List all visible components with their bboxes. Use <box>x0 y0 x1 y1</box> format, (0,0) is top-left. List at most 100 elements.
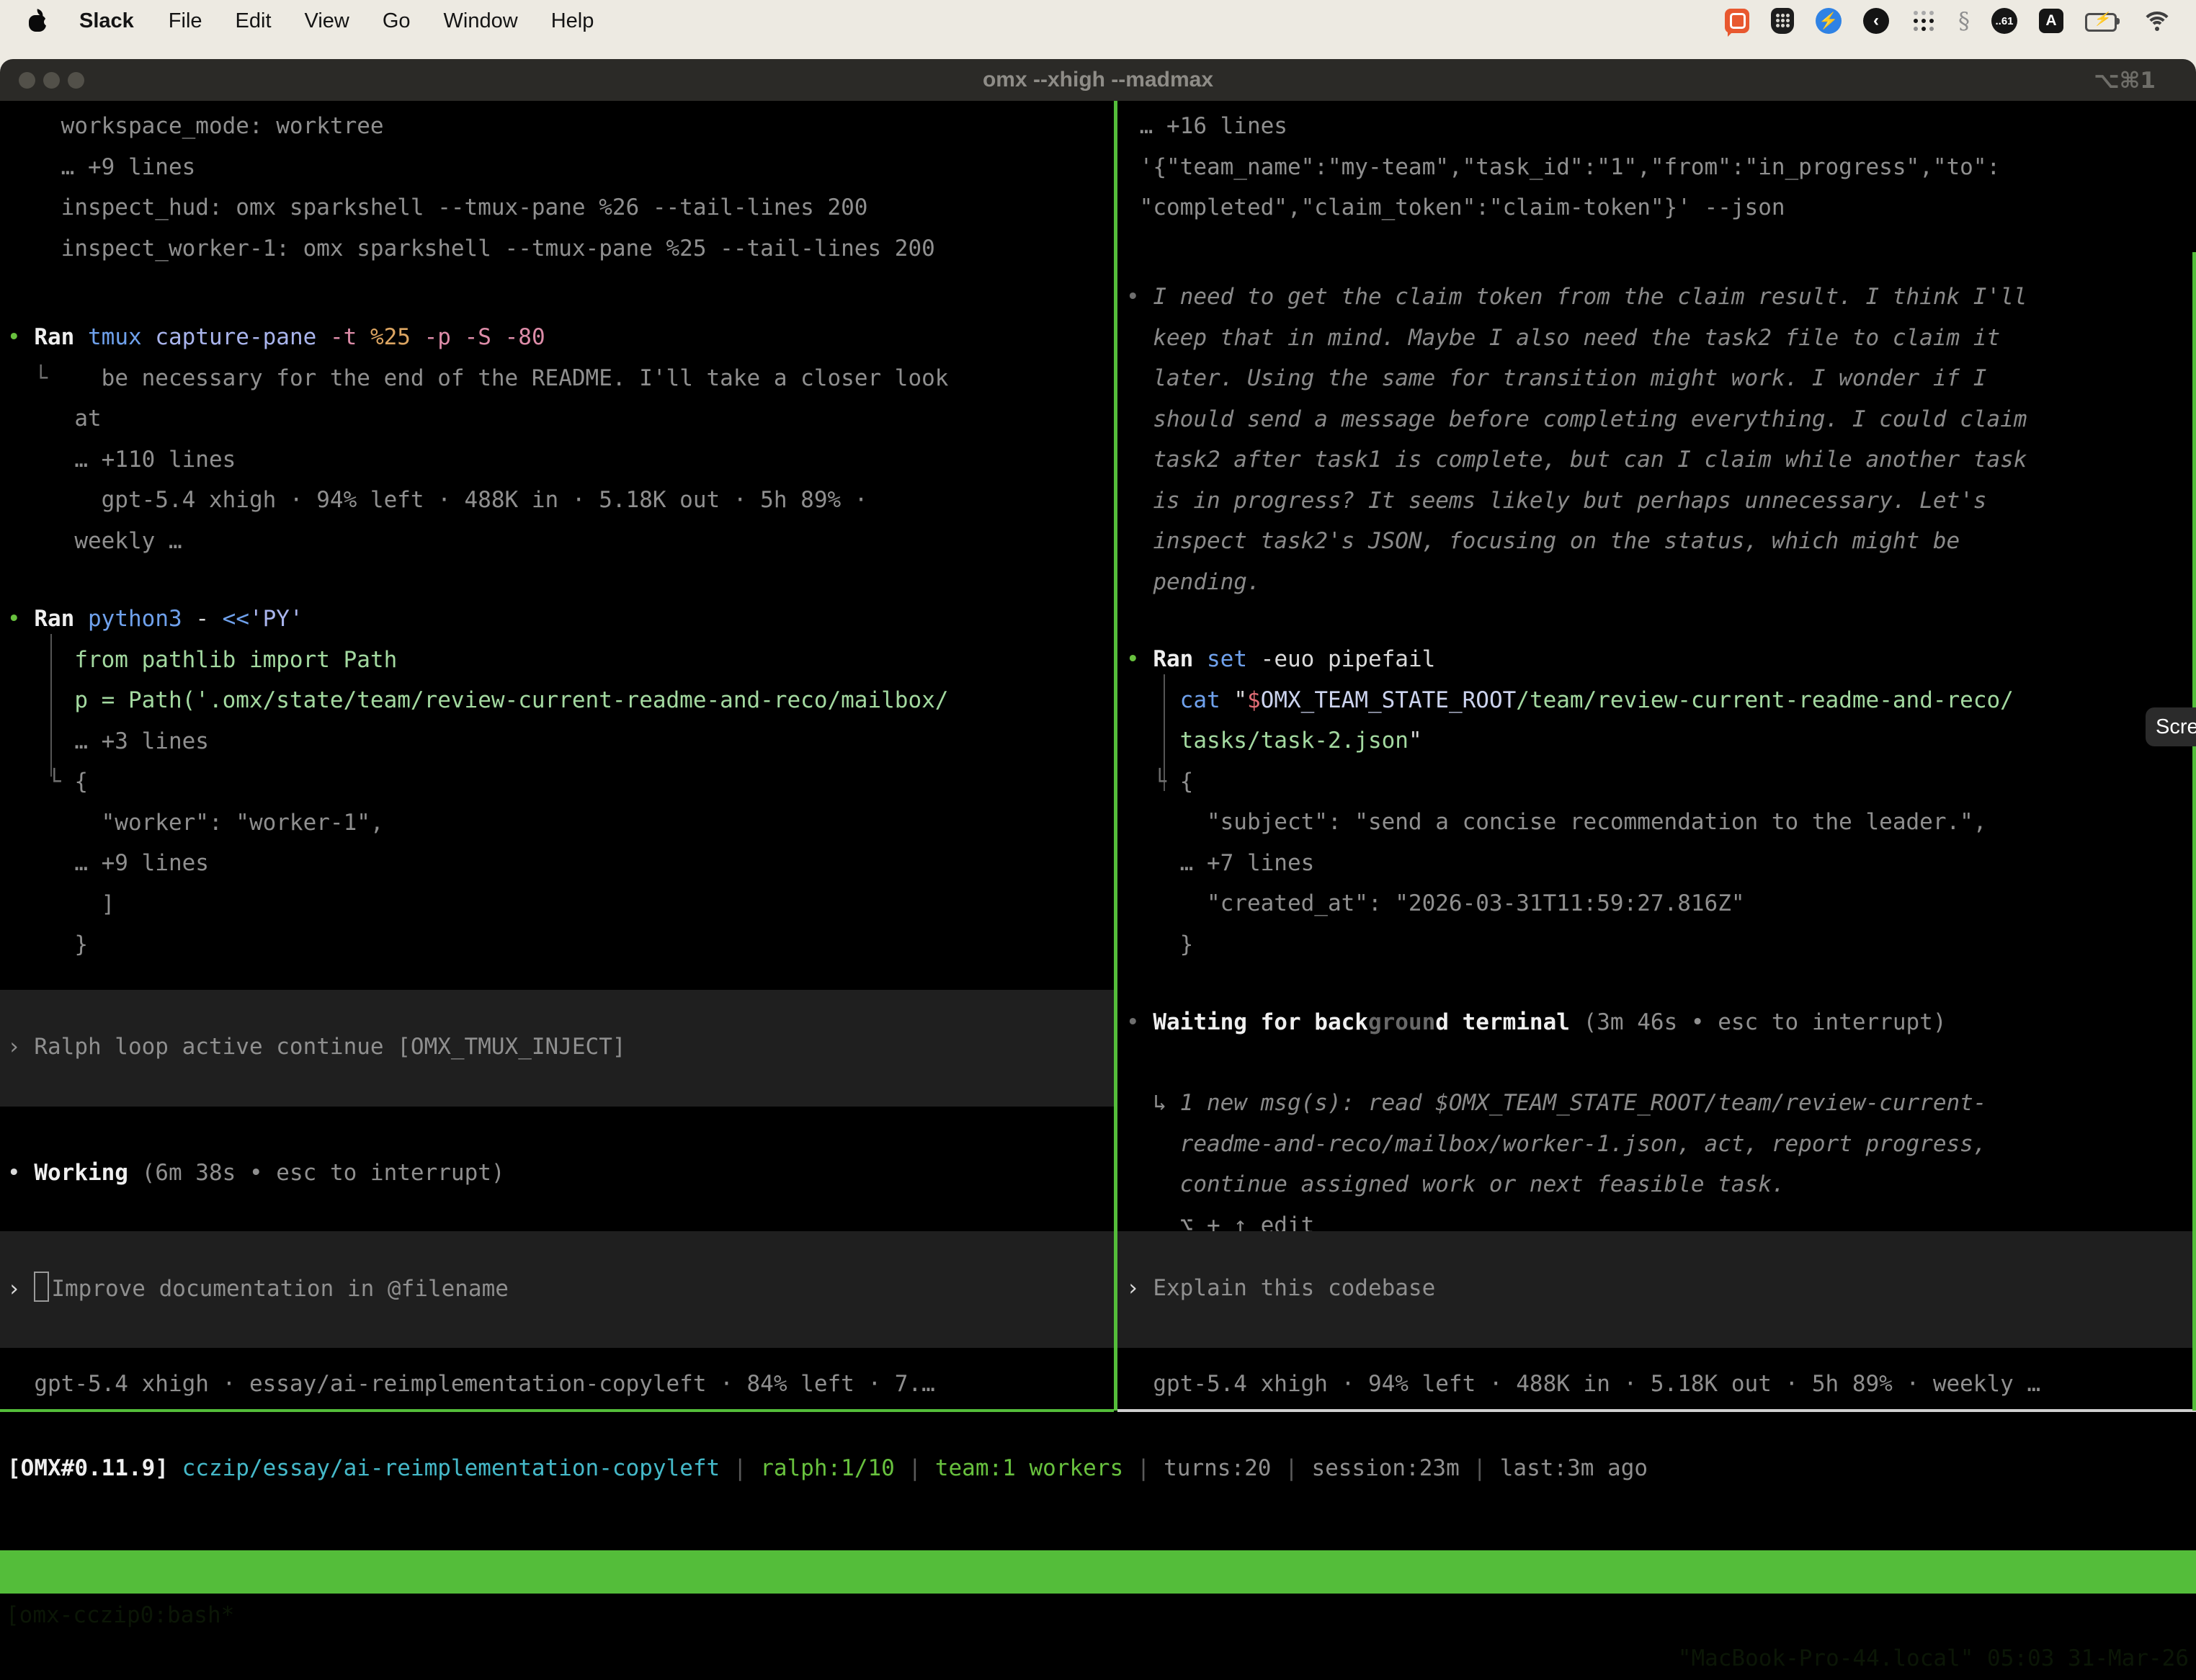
text-segment: $ <box>1247 687 1261 713</box>
keypad-shield-icon[interactable] <box>1771 8 1794 34</box>
text-segment: inspect_hud: omx sparkshell --tmux-pane … <box>7 195 867 220</box>
text-segment: › <box>7 1276 34 1302</box>
menu-item-file[interactable]: File <box>169 9 202 33</box>
text-segment: | <box>895 1455 935 1481</box>
right-edge-border <box>2192 252 2196 1411</box>
text-segment: set <box>1207 646 1247 672</box>
text-segment: • <box>7 606 34 632</box>
chat-app-icon[interactable] <box>1725 9 1749 33</box>
terminal-line: └ { <box>1126 765 2196 798</box>
text-segment: • <box>7 1160 34 1186</box>
text-segment <box>1126 687 1180 713</box>
terminal-line: › Improve documentation in @filename <box>7 1272 1114 1305</box>
menu-item-slack[interactable]: Slack <box>79 9 134 33</box>
dots-grid-icon[interactable] <box>1911 8 1937 34</box>
window-shortcut-hint: ⌥⌘1 <box>2094 68 2156 94</box>
text-segment: … +7 lines <box>1126 850 1314 876</box>
terminal-line: • Ran tmux capture-pane -t %25 -p -S -80 <box>7 321 1114 354</box>
terminal-line: workspace_mode: worktree <box>7 110 1114 143</box>
text-segment <box>142 324 156 350</box>
menu-item-view[interactable]: View <box>305 9 349 33</box>
text-segment: should send a message before completing … <box>1126 406 2027 432</box>
pane-divider[interactable] <box>1114 101 1117 1411</box>
terminal-line: … +16 lines <box>1126 110 2196 143</box>
right-terminal-pane[interactable]: … +16 lines '{"team_name":"my-team","tas… <box>1117 101 2196 1409</box>
terminal-line: gpt-5.4 xhigh · essay/ai-reimplementatio… <box>7 1367 1114 1400</box>
text-segment: Ran <box>34 324 74 350</box>
text-segment: 'PY' <box>249 606 303 632</box>
badge-61-icon[interactable]: ..61 <box>1991 8 2017 34</box>
menu-item-help[interactable]: Help <box>551 9 594 33</box>
text-segment: groun <box>1368 1009 1435 1035</box>
battery-charging-icon[interactable]: ⚡ <box>2085 12 2121 30</box>
text-segment: | <box>1123 1455 1164 1481</box>
text-segment: continue assigned work or next feasible … <box>1126 1171 1785 1197</box>
terminal-line: ↳ 1 new msg(s): read $OMX_TEAM_STATE_ROO… <box>1126 1086 2196 1120</box>
text-segment: - <box>182 606 223 632</box>
wifi-icon[interactable] <box>2143 10 2172 32</box>
text-segment: '{"team_name":"my-team","task_id":"1","f… <box>1126 154 2000 180</box>
text-segment: } <box>1126 931 1193 957</box>
left-terminal-pane[interactable]: workspace_mode: worktree … +9 lines insp… <box>0 101 1114 1409</box>
right-pane-bottom-border <box>1117 1409 2196 1412</box>
terminal-line: inspect_worker-1: omx sparkshell --tmux-… <box>7 232 1114 265</box>
terminal-line: › Ralph loop active continue [OMX_TMUX_I… <box>7 1030 1114 1063</box>
text-segment: " <box>1233 687 1247 713</box>
text-segment: pending. <box>1126 569 1261 595</box>
terminal-line: • I need to get the claim token from the… <box>1126 280 2196 313</box>
terminal-line: pending. <box>1126 566 2196 599</box>
terminal-line: weekly … <box>7 524 1114 558</box>
tmux-host-clock-label: "MacBook-Pro-44.local" 05:03 31-Mar-26 <box>1678 1637 2189 1680</box>
text-segment: be necessary for the end of the README. … <box>48 365 948 391</box>
text-segment <box>357 324 370 350</box>
terminal-line: } <box>7 928 1114 961</box>
menu-item-window[interactable]: Window <box>444 9 518 33</box>
prompt-input[interactable]: › Improve documentation in @filename <box>0 1231 1114 1348</box>
text-segment: (3m 46s • esc to interrupt) <box>1570 1009 1947 1035</box>
text-segment: { <box>74 769 88 795</box>
tmux-session-label: [omx-cczip0:bash* <box>6 1594 234 1637</box>
input-source-a-icon[interactable]: A <box>2039 9 2063 33</box>
ralph-loop-banner: › Ralph loop active continue [OMX_TMUX_I… <box>0 990 1114 1107</box>
text-segment: p = Path('.omx/state/team/review-current… <box>7 687 948 713</box>
text-segment: gpt-5.4 xhigh · 94% left · 488K in · 5.1… <box>7 487 867 513</box>
text-segment: /team/review-current-readme-and-reco/ <box>1516 687 2014 713</box>
menu-item-go[interactable]: Go <box>383 9 411 33</box>
media-circle-icon[interactable]: ‹ <box>1863 8 1889 34</box>
terminal-line: … +9 lines <box>7 846 1114 880</box>
terminal-line: task2 after task1 is complete, but can I… <box>1126 443 2196 476</box>
text-segment: Explain this codebase <box>1153 1275 1435 1301</box>
menu-status-icons: ⚡ ‹ § ..61 A ⚡ <box>1725 7 2196 35</box>
text-segment: task2 after task1 is complete, but can I… <box>1126 447 2027 473</box>
text-segment: ralph:1/10 <box>760 1455 895 1481</box>
terminal-line: "worker": "worker-1", <box>7 806 1114 839</box>
menu-item-edit[interactable]: Edit <box>236 9 272 33</box>
text-segment: • <box>1126 1009 1153 1035</box>
apple-icon[interactable] <box>29 10 48 32</box>
terminal-line: … +9 lines <box>7 151 1114 184</box>
terminal-line: readme-and-reco/mailbox/worker-1.json, a… <box>1126 1127 2196 1161</box>
text-segment: Ran <box>1153 646 1193 672</box>
screenshot-tooltip[interactable]: Scre <box>2146 707 2196 746</box>
prompt-input[interactable]: › Explain this codebase <box>1117 1231 2196 1348</box>
text-segment: • <box>1126 284 1153 310</box>
text-segment: Ran <box>34 606 74 632</box>
text-segment <box>169 1455 182 1481</box>
messages-badge-icon[interactable]: ⚡ <box>1816 8 1842 34</box>
hook-icon[interactable]: § <box>1958 7 1970 35</box>
text-segment: cczip/essay/ai-reimplementation-copyleft <box>182 1455 720 1481</box>
text-segment: inspect task2's JSON, focusing on the st… <box>1126 528 1960 554</box>
text-segment: readme-and-reco/mailbox/worker-1.json, a… <box>1126 1131 1986 1157</box>
text-segment <box>316 324 330 350</box>
text-segment: -p -S -80 <box>424 324 545 350</box>
text-segment: • <box>7 324 34 350</box>
text-segment: " <box>1409 728 1422 754</box>
text-cursor <box>34 1272 49 1302</box>
terminal-line: ] <box>7 888 1114 921</box>
text-segment: "completed","claim_token":"claim-token"}… <box>1126 195 1785 220</box>
text-segment: -euo pipefail <box>1247 646 1435 672</box>
text-segment: … +110 lines <box>7 447 236 473</box>
terminal-line: should send a message before completing … <box>1126 403 2196 436</box>
window-title-bar[interactable]: omx --xhigh --madmax ⌥⌘1 <box>0 59 2196 101</box>
text-segment: └ <box>1126 769 1180 795</box>
